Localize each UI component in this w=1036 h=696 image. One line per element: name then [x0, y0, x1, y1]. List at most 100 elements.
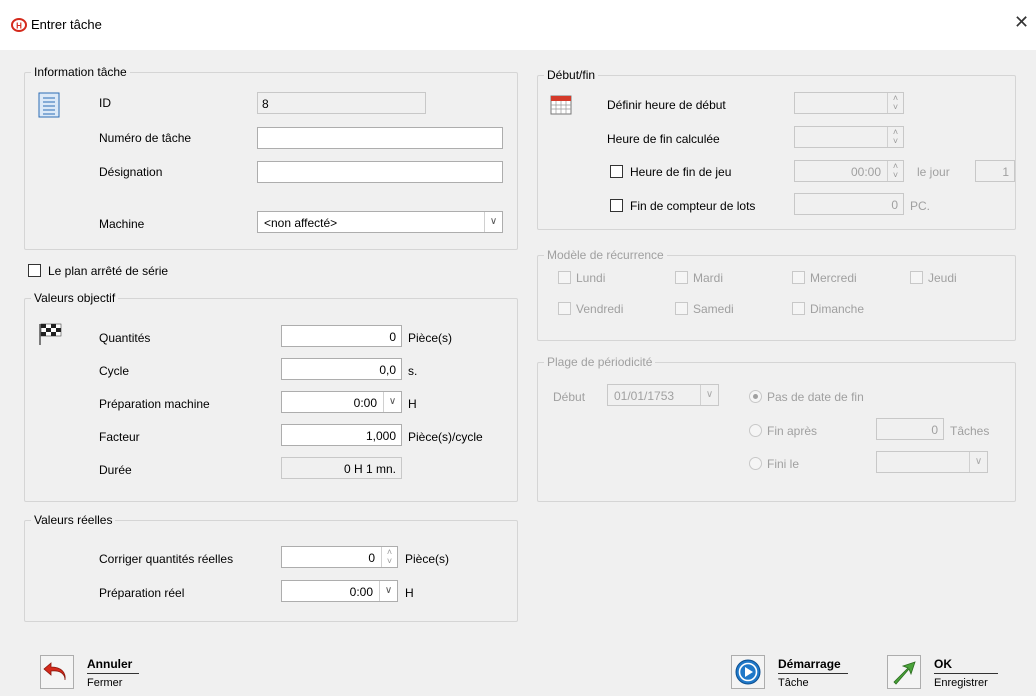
fin-apres-label: Fin après [767, 424, 818, 438]
mercredi-checkbox[interactable] [792, 271, 805, 284]
machine-value: <non affecté> [264, 216, 338, 230]
designation-field[interactable] [257, 161, 503, 183]
machine-select[interactable]: <non affecté> ∨ [257, 211, 503, 233]
lundi-checkbox[interactable] [558, 271, 571, 284]
fin-compteur-checkbox[interactable] [610, 199, 623, 212]
quantites-field[interactable]: 0 [281, 325, 402, 347]
numero-field[interactable] [257, 127, 503, 149]
cycle-field[interactable]: 0,0 [281, 358, 402, 380]
debut-date-value: 01/01/1753 [614, 389, 675, 403]
fini-le-date-field[interactable]: ∨ [876, 451, 988, 473]
mardi-checkbox[interactable] [675, 271, 688, 284]
dimanche-checkbox[interactable] [792, 302, 805, 315]
le-jour-label: le jour [917, 165, 950, 179]
fini-le-label: Fini le [767, 457, 800, 471]
spinner-icon: ˄ ˅ [887, 127, 903, 147]
fin-apres-radio[interactable] [749, 424, 762, 437]
annuler-title[interactable]: Annuler [87, 657, 139, 674]
id-label: ID [99, 96, 111, 110]
corriger-value: 0 [368, 551, 375, 565]
fin-calculee-field: ˄ ˅ [794, 126, 904, 148]
title-bar [0, 0, 1036, 50]
undo-arrow-icon [43, 662, 66, 681]
fin-compteur-value: 0 [891, 198, 898, 212]
reelles-legend: Valeurs réelles [31, 513, 116, 527]
ok-button[interactable] [887, 655, 921, 689]
spinner-icon[interactable]: ˄ ˅ [887, 93, 903, 113]
preparation-unit: H [408, 397, 417, 411]
preparation-field[interactable]: 0:00 ∨ [281, 391, 402, 413]
mardi-label: Mardi [693, 271, 724, 285]
quantites-value: 0 [389, 330, 396, 344]
checkered-flag-icon [37, 322, 65, 349]
window-title: Entrer tâche [31, 17, 102, 32]
machine-label: Machine [99, 217, 145, 231]
chevron-down-icon[interactable]: ∨ [969, 452, 987, 472]
vendredi-checkbox[interactable] [558, 302, 571, 315]
definir-field[interactable]: ˄ ˅ [794, 92, 904, 114]
play-icon [735, 659, 761, 685]
lundi-label: Lundi [576, 271, 606, 285]
ok-title[interactable]: OK [934, 657, 998, 674]
facteur-value: 1,000 [365, 429, 396, 443]
fin-jeu-checkbox[interactable] [610, 165, 623, 178]
prep-reel-field[interactable]: 0:00 ∨ [281, 580, 398, 602]
designation-label: Désignation [99, 165, 163, 179]
duree-value: 0 H 1 mn. [343, 462, 396, 476]
fin-compteur-field[interactable]: 0 [794, 193, 904, 215]
annuler-subtitle: Fermer [87, 677, 123, 689]
serie-checkbox-label: Le plan arrêté de série [48, 264, 169, 278]
app-logo-icon: H [11, 18, 27, 32]
fin-compteur-label: Fin de compteur de lots [630, 199, 756, 213]
le-jour-field[interactable]: 1 [975, 160, 1015, 182]
chevron-down-icon[interactable]: ∨ [484, 212, 502, 232]
jeudi-checkbox[interactable] [910, 271, 923, 284]
corriger-field[interactable]: 0 ˄ ˅ [281, 546, 398, 568]
debut-fin-legend: Début/fin [544, 68, 599, 82]
fin-calculee-label: Heure de fin calculée [607, 132, 720, 146]
chevron-down-icon[interactable]: ∨ [700, 385, 718, 405]
fin-apres-value: 0 [931, 423, 938, 437]
prep-reel-unit: H [405, 586, 414, 600]
fin-jeu-field[interactable]: 00:00 ˄ ˅ [794, 160, 904, 182]
numero-label: Numéro de tâche [99, 131, 192, 145]
chevron-down-icon[interactable]: ∨ [379, 581, 397, 601]
samedi-checkbox[interactable] [675, 302, 688, 315]
ok-arrow-icon [893, 661, 916, 685]
periodicite-legend: Plage de périodicité [544, 355, 656, 369]
prep-reel-value: 0:00 [349, 585, 373, 599]
reelles-group [24, 520, 518, 622]
info-legend: Information tâche [31, 65, 130, 79]
recurrence-group [537, 255, 1016, 341]
fin-compteur-unit: PC. [910, 199, 931, 213]
objectif-legend: Valeurs objectif [31, 291, 119, 305]
cycle-label: Cycle [99, 364, 130, 378]
fini-le-radio[interactable] [749, 457, 762, 470]
duree-field: 0 H 1 mn. [281, 457, 402, 479]
facteur-field[interactable]: 1,000 [281, 424, 402, 446]
fin-jeu-label: Heure de fin de jeu [630, 165, 732, 179]
demarrage-title[interactable]: Démarrage [778, 657, 848, 674]
id-field: 8 [257, 92, 426, 114]
pas-de-fin-radio[interactable] [749, 390, 762, 403]
corriger-unit: Pièce(s) [405, 552, 450, 566]
facteur-unit: Pièce(s)/cycle [408, 430, 483, 444]
corriger-label: Corriger quantités réelles [99, 552, 234, 566]
demarrage-button[interactable] [731, 655, 765, 689]
annuler-button[interactable] [40, 655, 74, 689]
close-icon[interactable]: ✕ [1014, 13, 1029, 31]
ok-subtitle: Enregistrer [934, 677, 988, 689]
cycle-value: 0,0 [379, 363, 396, 377]
fin-apres-field[interactable]: 0 [876, 418, 944, 440]
debut-date-field[interactable]: 01/01/1753 ∨ [607, 384, 719, 406]
chevron-down-icon[interactable]: ∨ [383, 392, 401, 412]
vendredi-label: Vendredi [576, 302, 624, 316]
preparation-label: Préparation machine [99, 397, 210, 411]
serie-checkbox[interactable] [28, 264, 41, 277]
spinner-icon[interactable]: ˄ ˅ [381, 547, 397, 567]
spinner-icon[interactable]: ˄ ˅ [887, 161, 903, 181]
id-value: 8 [262, 97, 269, 111]
pas-de-fin-label: Pas de date de fin [767, 390, 864, 404]
fin-apres-unit: Tâches [950, 424, 990, 438]
svg-text:H: H [16, 22, 22, 31]
